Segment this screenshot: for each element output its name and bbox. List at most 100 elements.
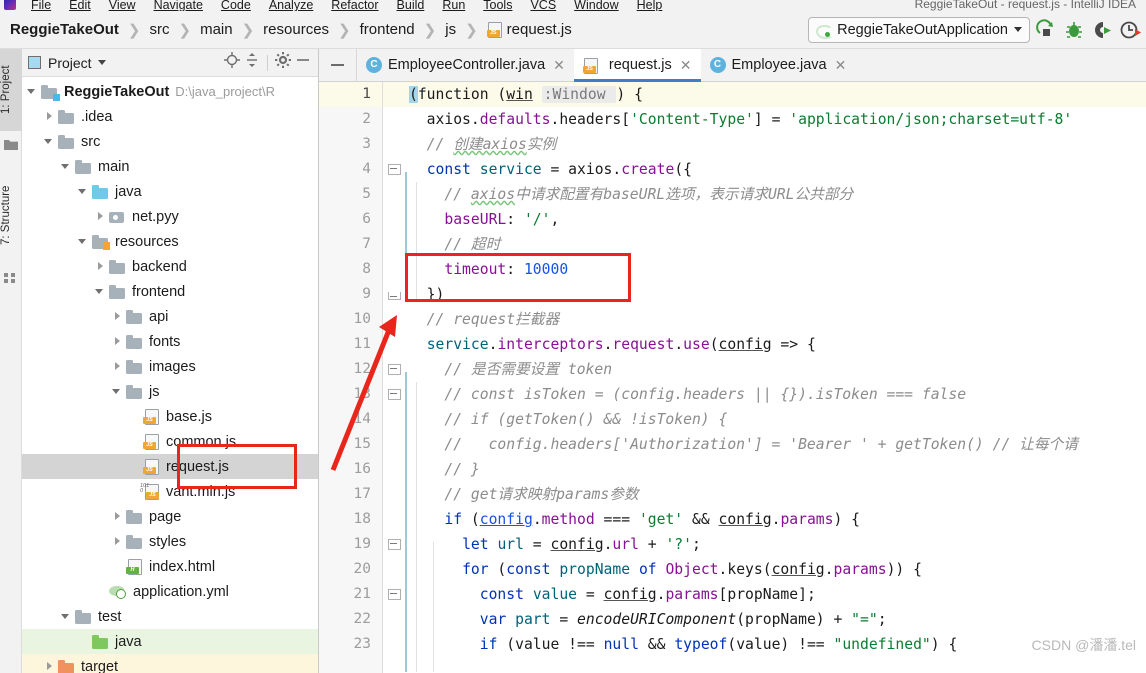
tree-row-java[interactable]: java <box>22 179 318 204</box>
breadcrumb-item-js[interactable]: js <box>443 21 458 38</box>
breadcrumb-item-file[interactable]: request.js <box>485 21 574 38</box>
chevron-down-icon[interactable] <box>111 385 124 398</box>
chevron-down-icon[interactable] <box>60 610 73 623</box>
breadcrumb-item-main[interactable]: main <box>198 21 235 38</box>
chevron-right-icon[interactable] <box>111 360 124 373</box>
chevron-right-icon[interactable] <box>111 535 124 548</box>
breadcrumb-item-resources[interactable]: resources <box>261 21 331 38</box>
chevron-right-icon[interactable] <box>94 260 107 273</box>
chevron-right-icon[interactable] <box>94 210 107 223</box>
fold-marker[interactable] <box>388 292 401 303</box>
folder-icon <box>109 259 126 274</box>
tab-label: request.js <box>608 57 672 73</box>
collapse-all-icon[interactable] <box>243 51 261 74</box>
menu-item-run[interactable]: Run <box>433 0 474 11</box>
tree-row-src[interactable]: src <box>22 129 318 154</box>
close-icon[interactable]: ✕ <box>835 57 847 74</box>
tree-row-fonts[interactable]: fonts <box>22 329 318 354</box>
tree-row-api[interactable]: api <box>22 304 318 329</box>
tab-employee-java[interactable]: C Employee.java ✕ <box>701 49 856 81</box>
close-icon[interactable]: ✕ <box>553 57 565 74</box>
tree-row-resources[interactable]: resources <box>22 229 318 254</box>
breadcrumb-separator: ❯ <box>423 21 437 39</box>
tree-row-js[interactable]: js <box>22 379 318 404</box>
left-tool-window-strip: 1: Project 7: Structure <box>0 49 22 673</box>
menu-item-build[interactable]: Build <box>388 0 434 11</box>
tree-row-styles[interactable]: styles <box>22 529 318 554</box>
tree-row-images[interactable]: images <box>22 354 318 379</box>
locate-icon[interactable] <box>223 51 241 74</box>
project-tree: ReggieTakeOut D:\java_project\R .idea sr… <box>22 77 318 673</box>
menu-item-file[interactable]: File <box>22 0 60 11</box>
line-number: 19 <box>353 536 371 552</box>
breadcrumb-item-src[interactable]: src <box>148 21 172 38</box>
chevron-right-icon[interactable] <box>43 660 56 673</box>
breadcrumb: ReggieTakeOut ❯ src ❯ main ❯ resources ❯… <box>8 21 574 39</box>
tab-employeecontroller-java[interactable]: C EmployeeController.java ✕ <box>357 49 574 81</box>
tree-row-target[interactable]: target <box>22 654 318 673</box>
menu-item-help[interactable]: Help <box>628 0 672 11</box>
chevron-down-icon[interactable] <box>77 235 90 248</box>
chevron-right-icon[interactable] <box>111 335 124 348</box>
code-line-16: // } <box>409 461 480 478</box>
menu-item-navigate[interactable]: Navigate <box>145 0 212 11</box>
profiler-icon[interactable] <box>1118 18 1142 42</box>
chevron-down-icon[interactable] <box>60 160 73 173</box>
chevron-down-icon[interactable] <box>97 60 106 65</box>
package-icon <box>109 210 126 224</box>
sidebar-item-project[interactable]: 1: Project <box>0 49 22 131</box>
close-icon[interactable]: ✕ <box>680 57 692 74</box>
tree-row-test[interactable]: test <box>22 604 318 629</box>
tree-label: page <box>149 508 182 525</box>
hide-editor-tabs-button[interactable] <box>319 49 357 81</box>
menu-item-code[interactable]: Code <box>212 0 260 11</box>
tree-row-main[interactable]: main <box>22 154 318 179</box>
tree-label: js <box>149 383 160 400</box>
tree-row-test-java[interactable]: java <box>22 629 318 654</box>
tree-row-netpyy[interactable]: net.pyy <box>22 204 318 229</box>
chevron-down-icon[interactable] <box>43 135 56 148</box>
tree-row-application-yml[interactable]: application.yml <box>22 579 318 604</box>
chevron-right-icon[interactable] <box>111 510 124 523</box>
menu-item-window[interactable]: Window <box>565 0 627 11</box>
code-view[interactable]: 1 2 3 4 5 6 7 8 9 10 11 12 13 14 15 16 1… <box>319 82 1146 673</box>
resources-folder-icon <box>92 234 110 250</box>
sidebar-item-structure[interactable]: 7: Structure <box>0 165 22 265</box>
run-configuration-selector[interactable]: ReggieTakeOutApplication <box>808 16 1030 43</box>
tree-label: java <box>115 183 142 200</box>
menu-item-view[interactable]: View <box>100 0 145 11</box>
chevron-right-icon[interactable] <box>111 310 124 323</box>
breadcrumb-item-frontend[interactable]: frontend <box>358 21 417 38</box>
spring-yml-icon <box>109 584 128 599</box>
menu-item-vcs[interactable]: VCS <box>521 0 565 11</box>
run-icon[interactable] <box>1034 18 1058 42</box>
menu-item-tools[interactable]: Tools <box>474 0 521 11</box>
hide-panel-icon[interactable] <box>294 51 312 74</box>
breadcrumb-item-project[interactable]: ReggieTakeOut <box>8 21 121 38</box>
tree-label: backend <box>132 258 187 275</box>
tree-row-base-js[interactable]: JS base.js <box>22 404 318 429</box>
tree-row-reggietakeout[interactable]: ReggieTakeOut D:\java_project\R <box>22 79 318 104</box>
debug-icon[interactable] <box>1062 18 1086 42</box>
breadcrumb-file-label: request.js <box>506 21 572 38</box>
chevron-down-icon[interactable] <box>77 185 90 198</box>
fold-marker[interactable] <box>388 539 401 550</box>
menu-item-analyze[interactable]: Analyze <box>260 0 322 11</box>
chevron-right-icon[interactable] <box>43 110 56 123</box>
tree-row-idea[interactable]: .idea <box>22 104 318 129</box>
fold-marker[interactable] <box>388 589 401 600</box>
chevron-down-icon[interactable] <box>94 285 107 298</box>
tab-request-js[interactable]: request.js ✕ <box>573 49 701 82</box>
tree-row-frontend[interactable]: frontend <box>22 279 318 304</box>
run-with-coverage-icon[interactable] <box>1090 18 1114 42</box>
gear-icon[interactable] <box>274 51 292 74</box>
tree-row-backend[interactable]: backend <box>22 254 318 279</box>
folder-icon <box>126 384 143 399</box>
fold-marker[interactable] <box>388 164 401 175</box>
tree-row-page[interactable]: page <box>22 504 318 529</box>
spring-boot-icon <box>815 22 834 39</box>
chevron-down-icon[interactable] <box>26 85 39 98</box>
tree-row-index-html[interactable]: H index.html <box>22 554 318 579</box>
menu-item-edit[interactable]: Edit <box>60 0 100 11</box>
menu-item-refactor[interactable]: Refactor <box>322 0 387 11</box>
